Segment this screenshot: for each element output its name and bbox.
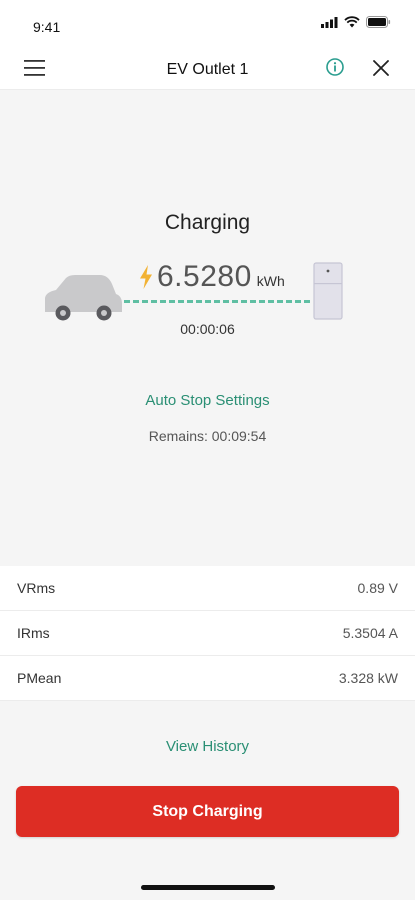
home-indicator[interactable] — [141, 885, 275, 890]
cellular-signal-icon — [321, 16, 338, 28]
info-icon — [326, 58, 344, 76]
battery-icon — [366, 16, 391, 28]
metrics-list: VRms 0.89 V IRms 5.3504 A PMean 3.328 kW — [0, 566, 415, 701]
energy-unit: kWh — [256, 273, 285, 289]
charger-icon — [313, 262, 343, 320]
status-icons — [321, 16, 391, 28]
metric-value: 0.89 V — [357, 580, 398, 596]
view-history-link[interactable]: View History — [0, 738, 415, 755]
metric-row-irms: IRms 5.3504 A — [0, 611, 415, 656]
close-button[interactable] — [369, 56, 393, 80]
metric-row-pmean: PMean 3.328 kW — [0, 656, 415, 701]
energy-readout: 6.5280 kWh — [139, 260, 285, 294]
auto-stop-settings-link[interactable]: Auto Stop Settings — [0, 392, 415, 409]
lightning-bolt-icon — [140, 265, 152, 289]
metric-label: IRms — [17, 625, 50, 641]
remaining-time: Remains: 00:09:54 — [148, 428, 267, 444]
metric-label: VRms — [17, 580, 56, 596]
wifi-icon — [344, 16, 360, 28]
status-bar: 9:41 — [0, 0, 415, 46]
metric-value: 3.328 kW — [338, 670, 398, 686]
metric-value: 5.3504 A — [342, 625, 398, 641]
stop-charging-button[interactable]: Stop Charging — [16, 786, 399, 837]
page-title: EV Outlet 1 — [166, 61, 249, 78]
elapsed-time: 00:00:06 — [180, 321, 235, 337]
car-icon — [45, 275, 122, 321]
charging-status: Charging — [164, 211, 251, 234]
info-button[interactable] — [323, 55, 347, 79]
charging-cable — [124, 300, 310, 303]
stop-charging-label: Stop Charging — [152, 802, 263, 820]
close-icon — [373, 60, 389, 76]
metric-label: PMean — [17, 670, 62, 686]
energy-value: 6.5280 — [157, 260, 252, 293]
status-time: 9:41 — [33, 19, 61, 35]
metric-row-vrms: VRms 0.89 V — [0, 566, 415, 611]
nav-bar: EV Outlet 1 — [0, 46, 415, 90]
